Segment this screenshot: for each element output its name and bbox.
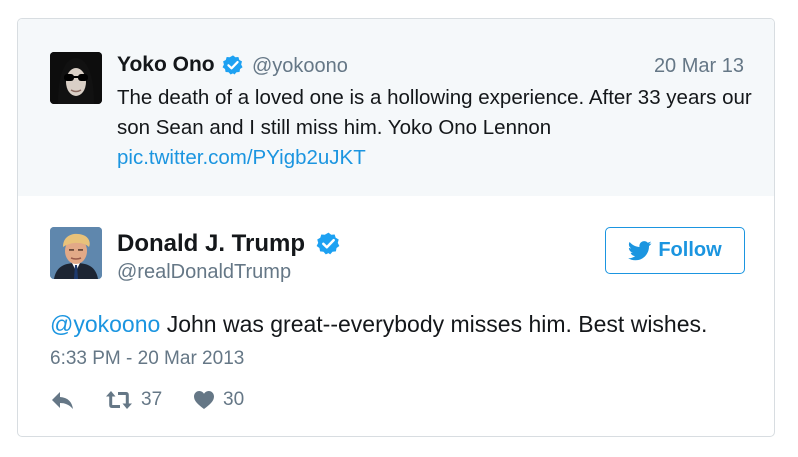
follow-label: Follow bbox=[658, 239, 722, 261]
verified-badge-icon bbox=[316, 232, 340, 255]
quoted-author-name[interactable]: Yoko Ono bbox=[117, 53, 215, 77]
quoted-tweet-body: The death of a loved one is a hollowing … bbox=[117, 83, 757, 173]
like-count: 30 bbox=[223, 389, 245, 410]
reply-icon bbox=[52, 392, 73, 409]
quoted-tweet[interactable]: Yoko Ono @yokoono 20 Mar 13 The death of… bbox=[18, 19, 774, 196]
quoted-author-handle[interactable]: @yokoono bbox=[252, 55, 348, 78]
retweet-icon bbox=[106, 391, 132, 409]
author-handle[interactable]: @realDonaldTrump bbox=[117, 261, 291, 284]
quoted-tweet-date[interactable]: 20 Mar 13 bbox=[654, 55, 744, 78]
avatar[interactable] bbox=[50, 52, 102, 104]
retweet-button[interactable]: 37 bbox=[105, 389, 162, 411]
like-button[interactable]: 30 bbox=[193, 389, 244, 411]
avatar-woman-sunglasses-icon bbox=[50, 52, 102, 104]
tweet-text: John was great--everybody misses him. Be… bbox=[160, 311, 708, 337]
mention-link[interactable]: @yokoono bbox=[50, 311, 160, 337]
retweet-count: 37 bbox=[141, 389, 163, 410]
avatar-man-portrait-icon bbox=[50, 227, 102, 279]
verified-badge-icon bbox=[222, 55, 243, 75]
tweet-card: Yoko Ono @yokoono 20 Mar 13 The death of… bbox=[17, 18, 775, 437]
heart-icon bbox=[194, 391, 214, 409]
follow-button[interactable]: Follow bbox=[605, 227, 745, 274]
author-name[interactable]: Donald J. Trump bbox=[117, 230, 305, 258]
quoted-tweet-link[interactable]: pic.twitter.com/PYigb2uJKT bbox=[117, 143, 757, 173]
avatar[interactable] bbox=[50, 227, 102, 279]
twitter-bird-icon bbox=[628, 240, 652, 260]
tweet-timestamp[interactable]: 6:33 PM - 20 Mar 2013 bbox=[50, 348, 244, 370]
reply-button[interactable] bbox=[50, 389, 76, 411]
quoted-tweet-text: The death of a loved one is a hollowing … bbox=[117, 86, 752, 139]
tweet-body: @yokoono John was great--everybody misse… bbox=[50, 311, 707, 338]
